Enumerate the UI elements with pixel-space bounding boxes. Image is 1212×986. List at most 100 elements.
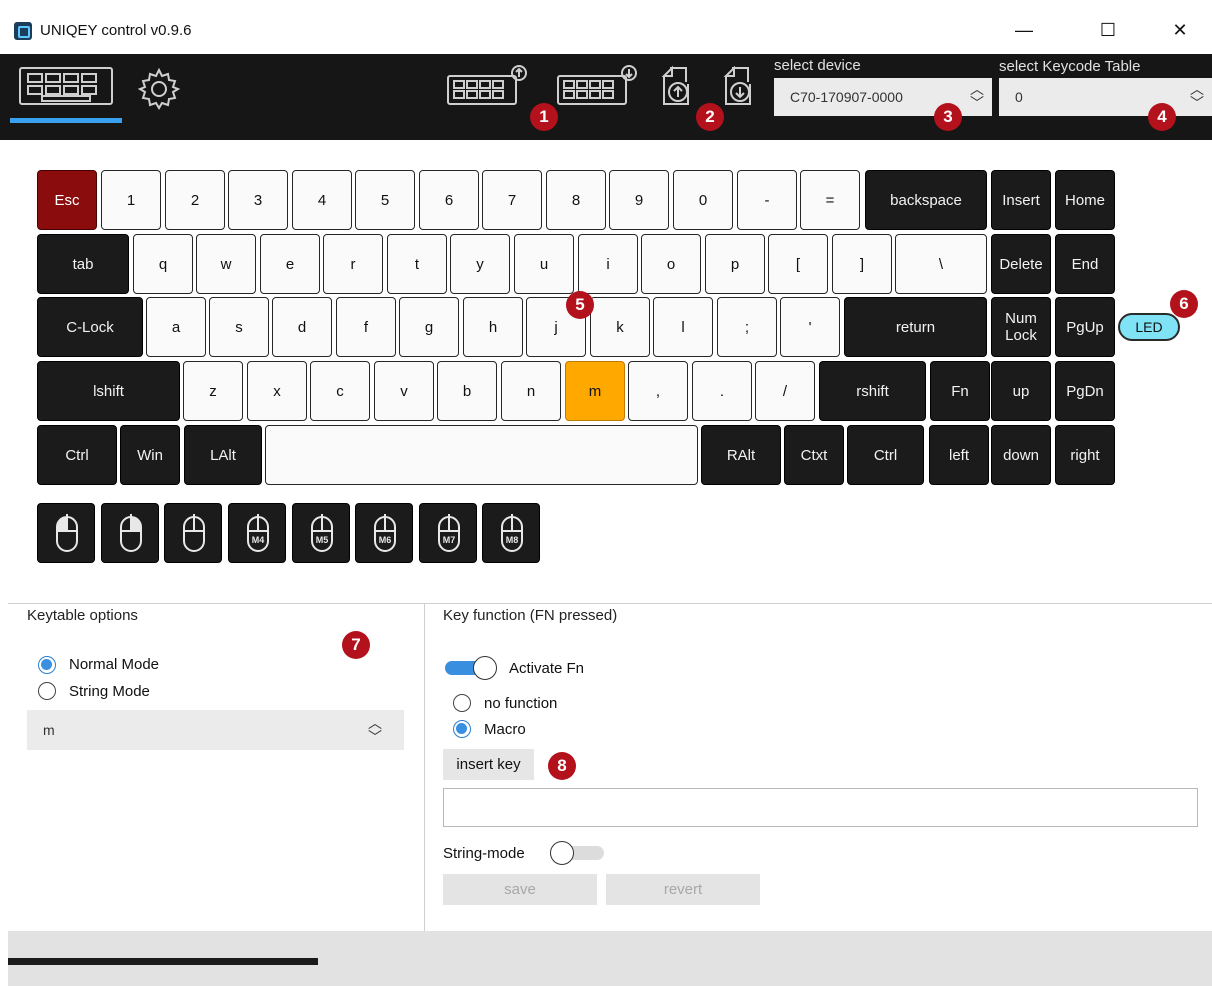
key-0-r0c10[interactable]: 0 xyxy=(673,170,733,230)
key-y-r1c6[interactable]: y xyxy=(450,234,510,294)
key-symbol-r0c11[interactable]: - xyxy=(737,170,797,230)
key-4-r0c4[interactable]: 4 xyxy=(292,170,352,230)
string-mode-radio[interactable] xyxy=(38,682,56,700)
key-7-r0c7[interactable]: 7 xyxy=(482,170,542,230)
key-pgup-r2c14[interactable]: PgUp xyxy=(1055,297,1115,357)
key-fn-r3c12[interactable]: Fn xyxy=(930,361,990,421)
key-z-r3c1[interactable]: z xyxy=(183,361,243,421)
key-num-lock-r2c13[interactable]: Num Lock xyxy=(991,297,1051,357)
key-o-r1c9[interactable]: o xyxy=(641,234,701,294)
key-pgdn-r3c14[interactable]: PgDn xyxy=(1055,361,1115,421)
mouse-button-7[interactable]: M7 xyxy=(419,503,477,563)
macro-input[interactable] xyxy=(443,788,1198,827)
key-x-r3c2[interactable]: x xyxy=(247,361,307,421)
key-symbol-r1c13[interactable]: \ xyxy=(895,234,987,294)
key-9-r0c9[interactable]: 9 xyxy=(609,170,669,230)
key-h-r2c6[interactable]: h xyxy=(463,297,523,357)
key-u-r1c7[interactable]: u xyxy=(514,234,574,294)
keycode-table-select[interactable]: 0 ︿ ﹀ xyxy=(999,78,1212,116)
led-button[interactable]: LED xyxy=(1118,313,1180,341)
key-ctrl-r4c0[interactable]: Ctrl xyxy=(37,425,117,485)
key-c-r3c3[interactable]: c xyxy=(310,361,370,421)
key-w-r1c2[interactable]: w xyxy=(196,234,256,294)
key-n-r3c6[interactable]: n xyxy=(501,361,561,421)
key-lshift-r3c0[interactable]: lshift xyxy=(37,361,180,421)
key-k-r2c8[interactable]: k xyxy=(590,297,650,357)
key-rshift-r3c11[interactable]: rshift xyxy=(819,361,926,421)
mouse-button-6[interactable]: M6 xyxy=(355,503,413,563)
key-esc-r0c0[interactable]: Esc xyxy=(37,170,97,230)
key-8-r0c8[interactable]: 8 xyxy=(546,170,606,230)
key-symbol-r1c12[interactable]: ] xyxy=(832,234,892,294)
key-b-r3c5[interactable]: b xyxy=(437,361,497,421)
key-up-r3c13[interactable]: up xyxy=(991,361,1051,421)
mouse-button-3[interactable] xyxy=(164,503,222,563)
activate-fn-toggle[interactable] xyxy=(443,655,501,681)
mouse-button-2[interactable] xyxy=(101,503,159,563)
mouse-button-8[interactable]: M8 xyxy=(482,503,540,563)
key-1-r0c1[interactable]: 1 xyxy=(101,170,161,230)
key-space-r4c3[interactable] xyxy=(265,425,698,485)
string-mode-toggle[interactable] xyxy=(548,840,608,866)
insert-key-button[interactable]: insert key xyxy=(443,749,534,780)
download-keymap-icon[interactable] xyxy=(556,64,640,108)
key-tab-r1c0[interactable]: tab xyxy=(37,234,129,294)
key-g-r2c5[interactable]: g xyxy=(399,297,459,357)
key-symbol-r0c12[interactable]: = xyxy=(800,170,860,230)
key-ctrl-r4c6[interactable]: Ctrl xyxy=(847,425,924,485)
file-upload-icon[interactable] xyxy=(660,64,694,108)
key-p-r1c10[interactable]: p xyxy=(705,234,765,294)
macro-radio[interactable] xyxy=(453,720,471,738)
key-2-r0c2[interactable]: 2 xyxy=(165,170,225,230)
key-win-r4c1[interactable]: Win xyxy=(120,425,180,485)
key-backspace-r0c13[interactable]: backspace xyxy=(865,170,987,230)
key-down-r4c8[interactable]: down xyxy=(991,425,1051,485)
key-3-r0c3[interactable]: 3 xyxy=(228,170,288,230)
key-symbol-r1c11[interactable]: [ xyxy=(768,234,828,294)
key-t-r1c5[interactable]: t xyxy=(387,234,447,294)
close-button[interactable]: ✕ xyxy=(1158,14,1202,46)
maximize-button[interactable]: ☐ xyxy=(1086,14,1130,46)
no-function-radio[interactable] xyxy=(453,694,471,712)
mouse-button-4[interactable]: M4 xyxy=(228,503,286,563)
key-ctxt-r4c5[interactable]: Ctxt xyxy=(784,425,844,485)
key-right-r4c9[interactable]: right xyxy=(1055,425,1115,485)
mouse-button-1[interactable] xyxy=(37,503,95,563)
key-symbol-r3c10[interactable]: / xyxy=(755,361,815,421)
key-symbol-r3c8[interactable]: , xyxy=(628,361,688,421)
normal-mode-radio[interactable] xyxy=(38,656,56,674)
minimize-button[interactable]: — xyxy=(1002,14,1046,46)
gear-icon[interactable] xyxy=(136,66,182,112)
key-end-r1c15[interactable]: End xyxy=(1055,234,1115,294)
key-lalt-r4c2[interactable]: LAlt xyxy=(184,425,262,485)
file-download-icon[interactable] xyxy=(722,64,756,108)
key-select[interactable]: m ︿ ﹀ xyxy=(27,710,404,750)
key-q-r1c1[interactable]: q xyxy=(133,234,193,294)
key-left-r4c7[interactable]: left xyxy=(929,425,989,485)
key-5-r0c5[interactable]: 5 xyxy=(355,170,415,230)
key-s-r2c2[interactable]: s xyxy=(209,297,269,357)
key-m-r3c7[interactable]: m xyxy=(565,361,625,421)
key-symbol-r2c11[interactable]: ' xyxy=(780,297,840,357)
key-ralt-r4c4[interactable]: RAlt xyxy=(701,425,781,485)
upload-keymap-icon[interactable] xyxy=(446,64,530,108)
key-insert-r0c14[interactable]: Insert xyxy=(991,170,1051,230)
key-a-r2c1[interactable]: a xyxy=(146,297,206,357)
mouse-button-5[interactable]: M5 xyxy=(292,503,350,563)
key-6-r0c6[interactable]: 6 xyxy=(419,170,479,230)
key-i-r1c8[interactable]: i xyxy=(578,234,638,294)
save-button[interactable]: save xyxy=(443,874,597,905)
key-v-r3c4[interactable]: v xyxy=(374,361,434,421)
key-delete-r1c14[interactable]: Delete xyxy=(991,234,1051,294)
key-l-r2c9[interactable]: l xyxy=(653,297,713,357)
key-symbol-r2c10[interactable]: ; xyxy=(717,297,777,357)
key-home-r0c15[interactable]: Home xyxy=(1055,170,1115,230)
key-r-r1c4[interactable]: r xyxy=(323,234,383,294)
key-c-lock-r2c0[interactable]: C-Lock xyxy=(37,297,143,357)
key-e-r1c3[interactable]: e xyxy=(260,234,320,294)
key-return-r2c12[interactable]: return xyxy=(844,297,987,357)
keyboard-tab-icon[interactable] xyxy=(18,64,114,108)
revert-button[interactable]: revert xyxy=(606,874,760,905)
key-symbol-r3c9[interactable]: . xyxy=(692,361,752,421)
key-d-r2c3[interactable]: d xyxy=(272,297,332,357)
